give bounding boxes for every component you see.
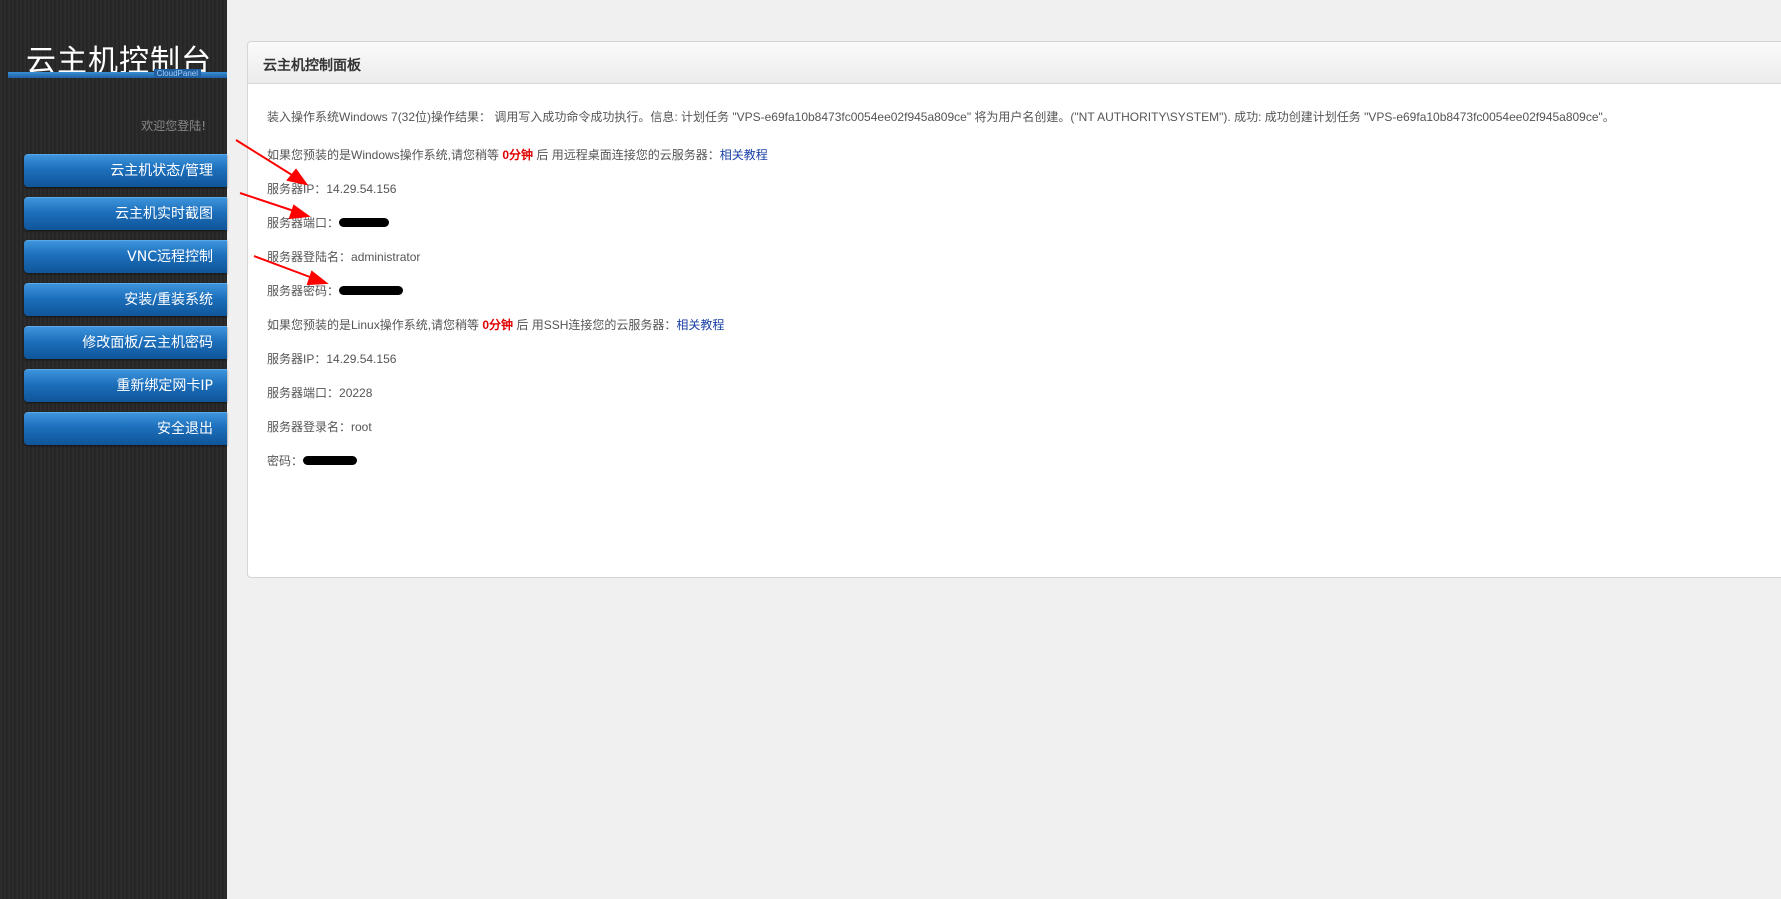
operation-result: 装入操作系统Windows 7(32位)操作结果： 调用写入成功命令成功执行。信…	[267, 110, 1615, 124]
linux-intro-text: 如果您预装的是Linux操作系统,请您稍等	[267, 318, 483, 332]
linux-user-label: 服务器登录名：	[267, 420, 352, 434]
logo: 云主机控制台 CloudPanel	[0, 36, 227, 84]
windows-port-row: 服务器端口：	[267, 216, 1771, 250]
linux-user-row: 服务器登录名：root	[267, 420, 1771, 454]
sidebar-item-install-os[interactable]: 安装/重装系统	[24, 283, 227, 316]
linux-intro-suffix: 后 用SSH连接您的云服务器：	[513, 318, 677, 332]
linux-port-row: 服务器端口：20228	[267, 386, 1771, 420]
sidebar-item-screenshot[interactable]: 云主机实时截图	[24, 197, 227, 230]
linux-intro: 如果您预装的是Linux操作系统,请您稍等 0分钟 后 用SSH连接您的云服务器…	[267, 318, 1771, 352]
linux-wait-time: 0分钟	[482, 318, 514, 332]
sidebar-item-rebind-ip[interactable]: 重新绑定网卡IP	[24, 369, 227, 402]
app-window: 云主机控制台 CloudPanel 欢迎您登陆! 云主机状态/管理 云主机实时截…	[0, 0, 1781, 899]
panel-title: 云主机控制面板	[263, 58, 361, 74]
windows-ip-row: 服务器IP：14.29.54.156	[267, 182, 1771, 216]
sidebar-item-vnc[interactable]: VNC远程控制	[24, 240, 227, 273]
windows-password-row: 服务器密码：	[267, 284, 1771, 318]
linux-password-redacted	[303, 456, 358, 466]
sidebar-menu: 云主机状态/管理 云主机实时截图 VNC远程控制 安装/重装系统 修改面板/云主…	[24, 154, 227, 455]
windows-intro: 如果您预装的是Windows操作系统,请您稍等 0分钟 后 用远程桌面连接您的云…	[267, 148, 1771, 182]
windows-password-label: 服务器密码：	[267, 284, 340, 298]
linux-user-value: root	[351, 420, 372, 434]
windows-user-value: administrator	[351, 250, 421, 264]
control-panel: 云主机控制面板 装入操作系统Windows 7(32位)操作结果： 调用写入成功…	[247, 41, 1781, 578]
linux-port-value: 20228	[339, 386, 373, 400]
linux-ip-label: 服务器IP：	[267, 352, 327, 366]
windows-user-row: 服务器登陆名：administrator	[267, 250, 1771, 284]
windows-port-label: 服务器端口：	[267, 216, 340, 230]
linux-tutorial-link[interactable]: 相关教程	[676, 318, 724, 332]
linux-port-label: 服务器端口：	[267, 386, 340, 400]
sidebar: 云主机控制台 CloudPanel 欢迎您登陆! 云主机状态/管理 云主机实时截…	[0, 0, 227, 899]
windows-ip-value: 14.29.54.156	[326, 182, 397, 196]
windows-port-redacted	[339, 218, 390, 228]
sidebar-item-change-password[interactable]: 修改面板/云主机密码	[24, 326, 227, 359]
sidebar-item-status-manage[interactable]: 云主机状态/管理	[24, 154, 227, 187]
linux-ip-row: 服务器IP：14.29.54.156	[267, 352, 1771, 386]
windows-tutorial-link[interactable]: 相关教程	[720, 148, 768, 162]
welcome-text: 欢迎您登陆!	[141, 119, 206, 133]
linux-ip-value: 14.29.54.156	[326, 352, 397, 366]
linux-password-label: 密码：	[267, 454, 304, 468]
windows-intro-text: 如果您预装的是Windows操作系统,请您稍等	[267, 148, 503, 162]
windows-intro-suffix: 后 用远程桌面连接您的云服务器：	[533, 148, 720, 162]
panel-header: 云主机控制面板	[248, 42, 1781, 84]
windows-user-label: 服务器登陆名：	[267, 250, 352, 264]
windows-ip-label: 服务器IP：	[267, 182, 327, 196]
linux-password-row: 密码：	[267, 454, 1771, 488]
windows-password-redacted	[339, 286, 404, 296]
panel-body: 装入操作系统Windows 7(32位)操作结果： 调用写入成功命令成功执行。信…	[267, 110, 1771, 488]
logo-subtitle: CloudPanel	[153, 69, 201, 78]
windows-wait-time: 0分钟	[502, 148, 534, 162]
sidebar-item-logout[interactable]: 安全退出	[24, 412, 227, 445]
